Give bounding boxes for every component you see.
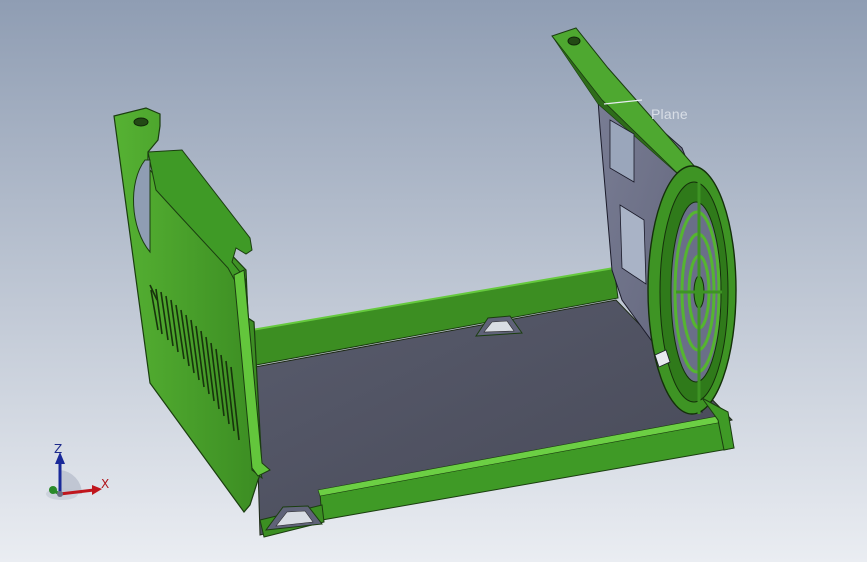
right-mount-hole [567,36,581,46]
fan-guard [647,165,737,415]
graphics-viewport[interactable]: Plane Z X [0,0,867,562]
triad-x-label: X [101,477,110,491]
axis-triad: Z X [38,440,118,510]
model-view[interactable] [0,0,867,562]
triad-graphic [46,452,102,500]
triad-z-label: Z [54,442,63,456]
plane-label[interactable]: Plane [651,106,688,122]
left-mount-hole [133,117,149,127]
